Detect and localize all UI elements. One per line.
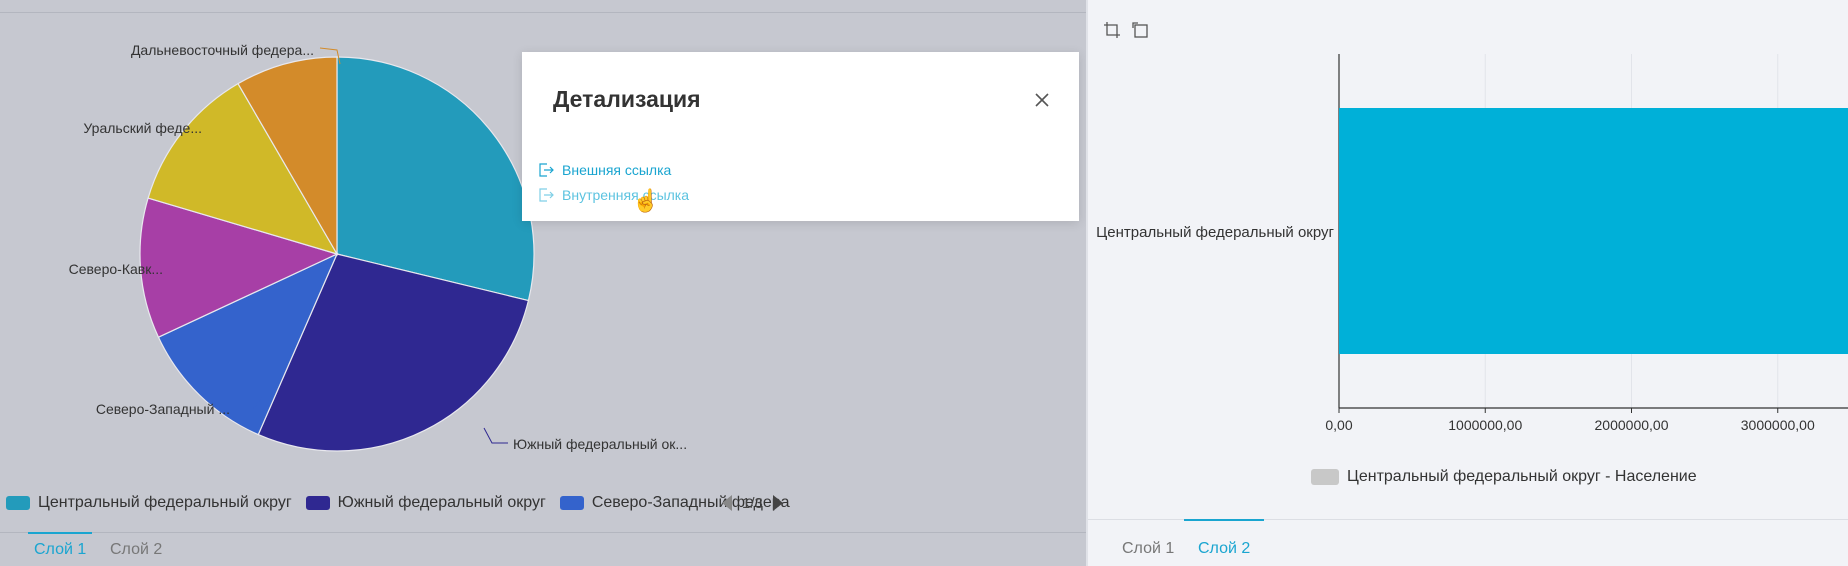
pie-label-dalnevostochny: Дальневосточный федера... — [131, 42, 314, 58]
pie-legend: Центральный федеральный округ Южный феде… — [6, 492, 804, 514]
legend-label: Центральный федеральный округ — [38, 494, 292, 511]
internal-link[interactable]: Внутренняя ссылка — [538, 187, 689, 203]
tab-layer-1[interactable]: Слой 1 — [27, 532, 93, 566]
bar-category-label: Центральный федеральный округ — [1096, 224, 1334, 241]
close-icon[interactable] — [1028, 86, 1056, 114]
pie-chart-panel: Дальневосточный федера... Уральский феде… — [0, 0, 1086, 566]
tab-layer-2[interactable]: Слой 2 — [1183, 519, 1265, 564]
legend-item-yuzhny[interactable]: Южный федеральный округ — [305, 494, 546, 512]
tab-layer-2[interactable]: Слой 2 — [110, 533, 162, 566]
legend-pager: 1/3 — [722, 492, 783, 514]
legend-swatch — [559, 496, 584, 510]
x-tick-label: 0,00 — [1325, 417, 1352, 433]
hand-cursor-icon: ☝ — [632, 188, 660, 213]
tab-layer-1[interactable]: Слой 1 — [1122, 534, 1174, 564]
bar-legend[interactable]: Центральный федеральный округ - Населени… — [1311, 468, 1697, 486]
bar-chart[interactable]: 0,001000000,002000000,003000000,00400000… — [1088, 0, 1848, 450]
legend-page-indicator: 1/3 — [742, 494, 763, 512]
pie-label-uralsky: Уральский феде... — [83, 120, 202, 136]
pie-label-severo-zapadny: Северо-Западный ... — [96, 401, 230, 417]
external-link[interactable]: Внешняя ссылка — [538, 162, 671, 178]
legend-swatch — [305, 496, 330, 510]
bar-legend-swatch — [1311, 469, 1339, 485]
legend-next-icon[interactable] — [772, 495, 783, 511]
modal-title: Детализация — [553, 86, 701, 112]
leader-line-yuzhny — [483, 427, 508, 444]
pie-label-severo-kavkazsky: Северо-Кавк... — [69, 261, 163, 277]
bar-chart-panel: 0,001000000,002000000,003000000,00400000… — [1088, 0, 1848, 566]
legend-swatch — [6, 496, 30, 510]
external-link-icon — [539, 163, 554, 177]
layer-tabs: Слой 1 Слой 2 — [1088, 519, 1848, 566]
external-link-label: Внешняя ссылка — [562, 162, 672, 178]
legend-prev-icon[interactable] — [722, 495, 732, 511]
bar-legend-label: Центральный федеральный округ - Населени… — [1347, 468, 1697, 485]
pie-label-yuzhny: Южный федеральный ок... — [513, 436, 687, 452]
internal-link-icon — [539, 188, 554, 202]
detail-modal: Детализация Внешняя ссылка Внутренняя сс… — [522, 52, 1079, 221]
x-tick-label: 1000000,00 — [1448, 417, 1522, 433]
legend-item-centralny[interactable]: Центральный федеральный округ — [6, 494, 292, 512]
legend-label: Южный федеральный округ — [337, 494, 546, 511]
bar-centralny[interactable] — [1339, 108, 1848, 354]
x-tick-label: 3000000,00 — [1741, 417, 1815, 433]
internal-link-label: Внутренняя ссылка — [562, 187, 690, 203]
layer-tabs: Слой 1 Слой 2 — [0, 532, 1086, 566]
x-tick-label: 2000000,00 — [1595, 417, 1669, 433]
